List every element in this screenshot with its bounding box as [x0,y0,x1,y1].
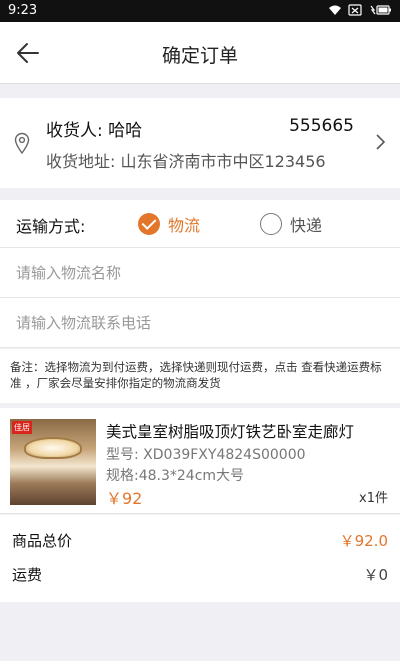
shipping-fee-value: ￥0 [363,566,388,584]
nav-bar: 确定订单 [0,22,400,84]
logistics-name-row [0,248,400,298]
product-spec: 规格:48.3*24cm大号 [106,468,245,484]
shipping-option-logistics[interactable]: 物流 [138,212,200,236]
location-pin-icon [14,132,30,154]
order-totals: 商品总价 ￥92.0 运费 ￥0 [0,515,400,602]
logistics-phone-row [0,298,400,348]
status-time: 9:23 [8,3,38,18]
radio-checked-icon [138,213,160,235]
logistics-phone-input[interactable] [16,310,386,336]
product-price: ￥92 [106,489,143,508]
shipping-note: 备注：选择物流为到付运费，选择快递则现付运费，点击 查看快递运费标准 ，厂家会尽… [0,349,400,403]
radio-unchecked-icon [260,213,282,235]
recipient-name: 收货人: 哈哈 [46,121,143,141]
lamp-graphic [24,437,82,459]
shipping-method-row: 运输方式: 物流 快递 [0,200,400,248]
shipping-option-express[interactable]: 快递 [260,212,322,236]
product-name: 美式皇室树脂吸顶灯铁艺卧室走廊灯 [106,423,355,441]
shipping-option-label: 物流 [168,216,201,235]
chevron-right-icon [376,134,386,150]
address-card[interactable]: 收货人: 哈哈 555665 收货地址: 山东省济南市市中区123456 [0,98,400,188]
shipping-fee-row: 运费 ￥0 [0,558,400,588]
brand-badge: 佳居 [12,421,32,434]
product-item[interactable]: 佳居 美式皇室树脂吸顶灯铁艺卧室走廊灯 型号: XD039FXY4824S000… [0,408,400,514]
status-icons [328,4,392,16]
product-model: 型号: XD039FXY4824S00000 [106,447,306,463]
goods-total-value: ￥92.0 [339,532,388,550]
page-title: 确定订单 [161,45,238,67]
status-bar: 9:23 [0,0,400,22]
shipping-address: 收货地址: 山东省济南市市中区123456 [46,152,326,171]
wifi-icon [329,5,341,15]
product-quantity: x1件 [359,491,388,506]
shipping-option-label: 快递 [290,216,323,235]
shipping-fee-label: 运费 [12,566,43,584]
battery-charging-icon [370,5,391,15]
goods-total-row: 商品总价 ￥92.0 [0,524,400,554]
recipient-phone: 555665 [289,116,354,136]
logistics-name-input[interactable] [16,260,386,286]
sim-icon [348,4,362,16]
shipping-method-label: 运输方式: [16,217,86,236]
goods-total-label: 商品总价 [12,532,73,550]
product-image: 佳居 [10,419,96,505]
